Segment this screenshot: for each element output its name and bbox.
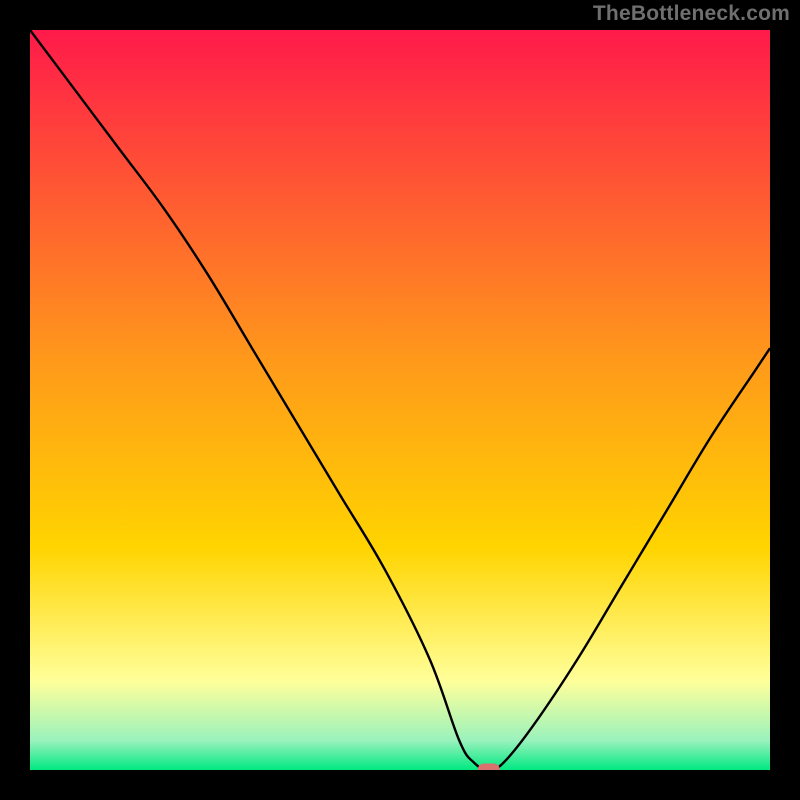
plot-gradient-background: [30, 30, 770, 770]
watermark-text: TheBottleneck.com: [593, 2, 790, 26]
bottleneck-chart: [0, 0, 800, 800]
